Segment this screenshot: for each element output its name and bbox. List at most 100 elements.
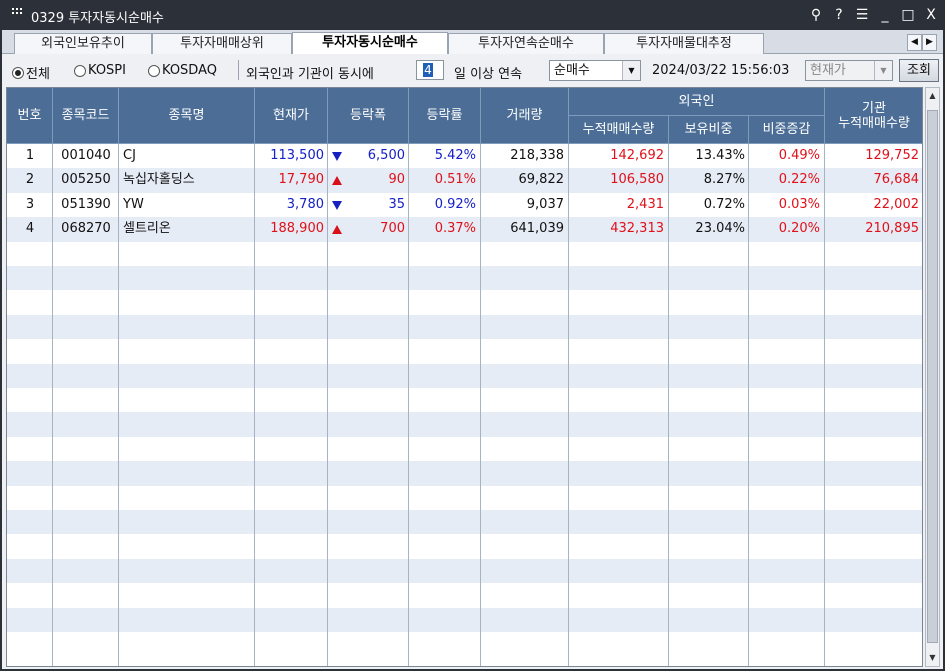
maximize-button[interactable]: □ (900, 5, 916, 25)
help-button[interactable]: ? (831, 5, 847, 25)
scroll-down-icon[interactable]: ▼ (926, 650, 939, 666)
table-row (7, 485, 922, 510)
cell-price: 3,780 (286, 196, 324, 212)
divider (824, 144, 825, 666)
cell-volume: 641,039 (510, 221, 564, 237)
cell-inst-cum: 22,002 (873, 196, 920, 212)
table-row[interactable]: 4 068270 셀트리온 188,900 700 0.37% 641,039 432,313… (7, 217, 922, 242)
divider (118, 144, 119, 666)
close-button[interactable]: X (923, 5, 939, 25)
radio-kosdaq[interactable]: KOSDAQ (148, 63, 217, 78)
radio-all[interactable]: 전체 (12, 63, 50, 82)
table-row[interactable]: 1 001040 CJ 113,500 6,500 5.42% 218,338 142,692… (7, 144, 922, 169)
type-select[interactable]: 순매수 ▼ (549, 60, 641, 81)
pin-icon[interactable]: ⚲ (808, 5, 824, 25)
arrow-up-icon (332, 225, 342, 235)
cell-change: 35 (388, 196, 405, 212)
table-row (7, 241, 922, 266)
radio-on-icon (12, 66, 24, 79)
col-no[interactable]: 번호 (7, 88, 53, 144)
table-row[interactable]: 2 005250 녹십자홀딩스 17,790 90 0.51% 69,822 106,580 8… (7, 168, 922, 193)
col-foreign-delta[interactable]: 비중증감 (749, 116, 825, 144)
cell-change: 700 (380, 221, 405, 237)
cell-foreign-hold: 0.72% (703, 196, 745, 212)
tab-consecutive-netbuy[interactable]: 투자자연속순매수 (448, 33, 604, 54)
radio-kospi[interactable]: KOSPI (74, 63, 126, 78)
divider (408, 144, 409, 666)
cell-no: 2 (25, 172, 35, 188)
arrow-down-icon (332, 200, 342, 210)
radio-kosdaq-label: KOSDAQ (162, 63, 217, 78)
table-row (7, 266, 922, 291)
tab-simultaneous-netbuy[interactable]: 투자자동시순매수 (292, 32, 448, 54)
col-rate[interactable]: 등락률 (409, 88, 481, 144)
cell-change: 90 (388, 172, 405, 188)
table-row (7, 510, 922, 535)
col-code[interactable]: 종목코드 (53, 88, 119, 144)
tab-investor-top[interactable]: 투자자매매상위 (152, 33, 292, 54)
col-inst-cum-label: 누적매매수량 (838, 115, 910, 131)
cell-foreign-delta: 0.03% (778, 196, 820, 212)
cell-price: 113,500 (270, 148, 324, 163)
tab-prev-button[interactable]: ◀ (907, 34, 922, 51)
app-window: 0329 투자자동시순매수 ⚲ ? ☰ _ □ X 외국인보유추이 투자자매매상… (0, 0, 945, 671)
radio-off-icon (74, 64, 86, 77)
divider (238, 60, 239, 80)
col-volume[interactable]: 거래량 (481, 88, 569, 144)
col-name[interactable]: 종목명 (119, 88, 255, 144)
cell-foreign-delta: 0.49% (778, 148, 820, 163)
scroll-up-icon[interactable]: ▲ (926, 88, 939, 104)
col-foreign-cum[interactable]: 누적매매수량 (569, 116, 669, 144)
table-row (7, 632, 922, 657)
table-row (7, 339, 922, 364)
col-inst-cum[interactable]: 기관 누적매매수량 (825, 88, 922, 144)
cell-rate: 0.92% (434, 196, 476, 212)
cell-foreign-hold: 13.43% (695, 148, 745, 163)
divider (52, 144, 53, 666)
table-row (7, 607, 922, 632)
menu-icon[interactable]: ☰ (854, 5, 870, 25)
col-inst-group-label: 기관 (862, 100, 886, 116)
col-foreign-hold[interactable]: 보유비중 (669, 116, 749, 144)
radio-kospi-label: KOSPI (88, 63, 126, 78)
divider (568, 144, 569, 666)
price-select[interactable]: 현재가 ▼ (805, 60, 893, 81)
cell-foreign-hold: 8.27% (703, 172, 745, 188)
cell-no: 3 (25, 196, 35, 212)
cell-foreign-cum: 2,431 (626, 196, 664, 212)
days-input[interactable]: 4 (416, 60, 444, 80)
query-button[interactable]: 조회 (899, 59, 939, 82)
table-row[interactable]: 3 051390 YW 3,780 35 0.92% 9,037 2,431 0.72% 0.03… (7, 192, 922, 218)
scroll-thumb[interactable] (927, 110, 938, 643)
cell-foreign-delta: 0.22% (778, 172, 820, 188)
cell-volume: 218,338 (510, 148, 564, 163)
tab-next-button[interactable]: ▶ (922, 34, 937, 51)
condition-prefix: 외국인과 기관이 동시에 (246, 67, 374, 82)
table-row (7, 461, 922, 486)
cell-name: CJ (123, 148, 136, 163)
col-price[interactable]: 현재가 (255, 88, 328, 144)
cell-inst-cum: 210,895 (865, 221, 919, 237)
table-row (7, 558, 922, 584)
title-bar[interactable]: 0329 투자자동시순매수 ⚲ ? ☰ _ □ X (0, 0, 945, 30)
table-row (7, 412, 922, 437)
tab-supply-estimate[interactable]: 투자자매물대추정 (604, 33, 764, 54)
vertical-scrollbar[interactable]: ▲ ▼ (925, 87, 940, 667)
cell-volume: 69,822 (518, 172, 565, 188)
cell-foreign-delta: 0.20% (778, 221, 820, 237)
cell-price: 188,900 (270, 221, 324, 237)
cell-code: 005250 (61, 172, 111, 188)
table-row (7, 388, 922, 413)
col-change[interactable]: 등락폭 (328, 88, 409, 144)
tab-foreign-holding[interactable]: 외국인보유추이 (14, 33, 152, 54)
table-row (7, 314, 922, 340)
minimize-button[interactable]: _ (877, 5, 893, 25)
client-area: 외국인보유추이 투자자매매상위 투자자동시순매수 투자자연속순매수 투자자매물대… (2, 30, 943, 669)
table-row (7, 583, 922, 608)
divider (748, 144, 749, 666)
cell-name: 녹십자홀딩스 (123, 172, 195, 188)
divider (480, 144, 481, 666)
cell-rate: 5.42% (434, 148, 476, 163)
table-row (7, 534, 922, 559)
cell-foreign-cum: 142,692 (610, 148, 664, 163)
